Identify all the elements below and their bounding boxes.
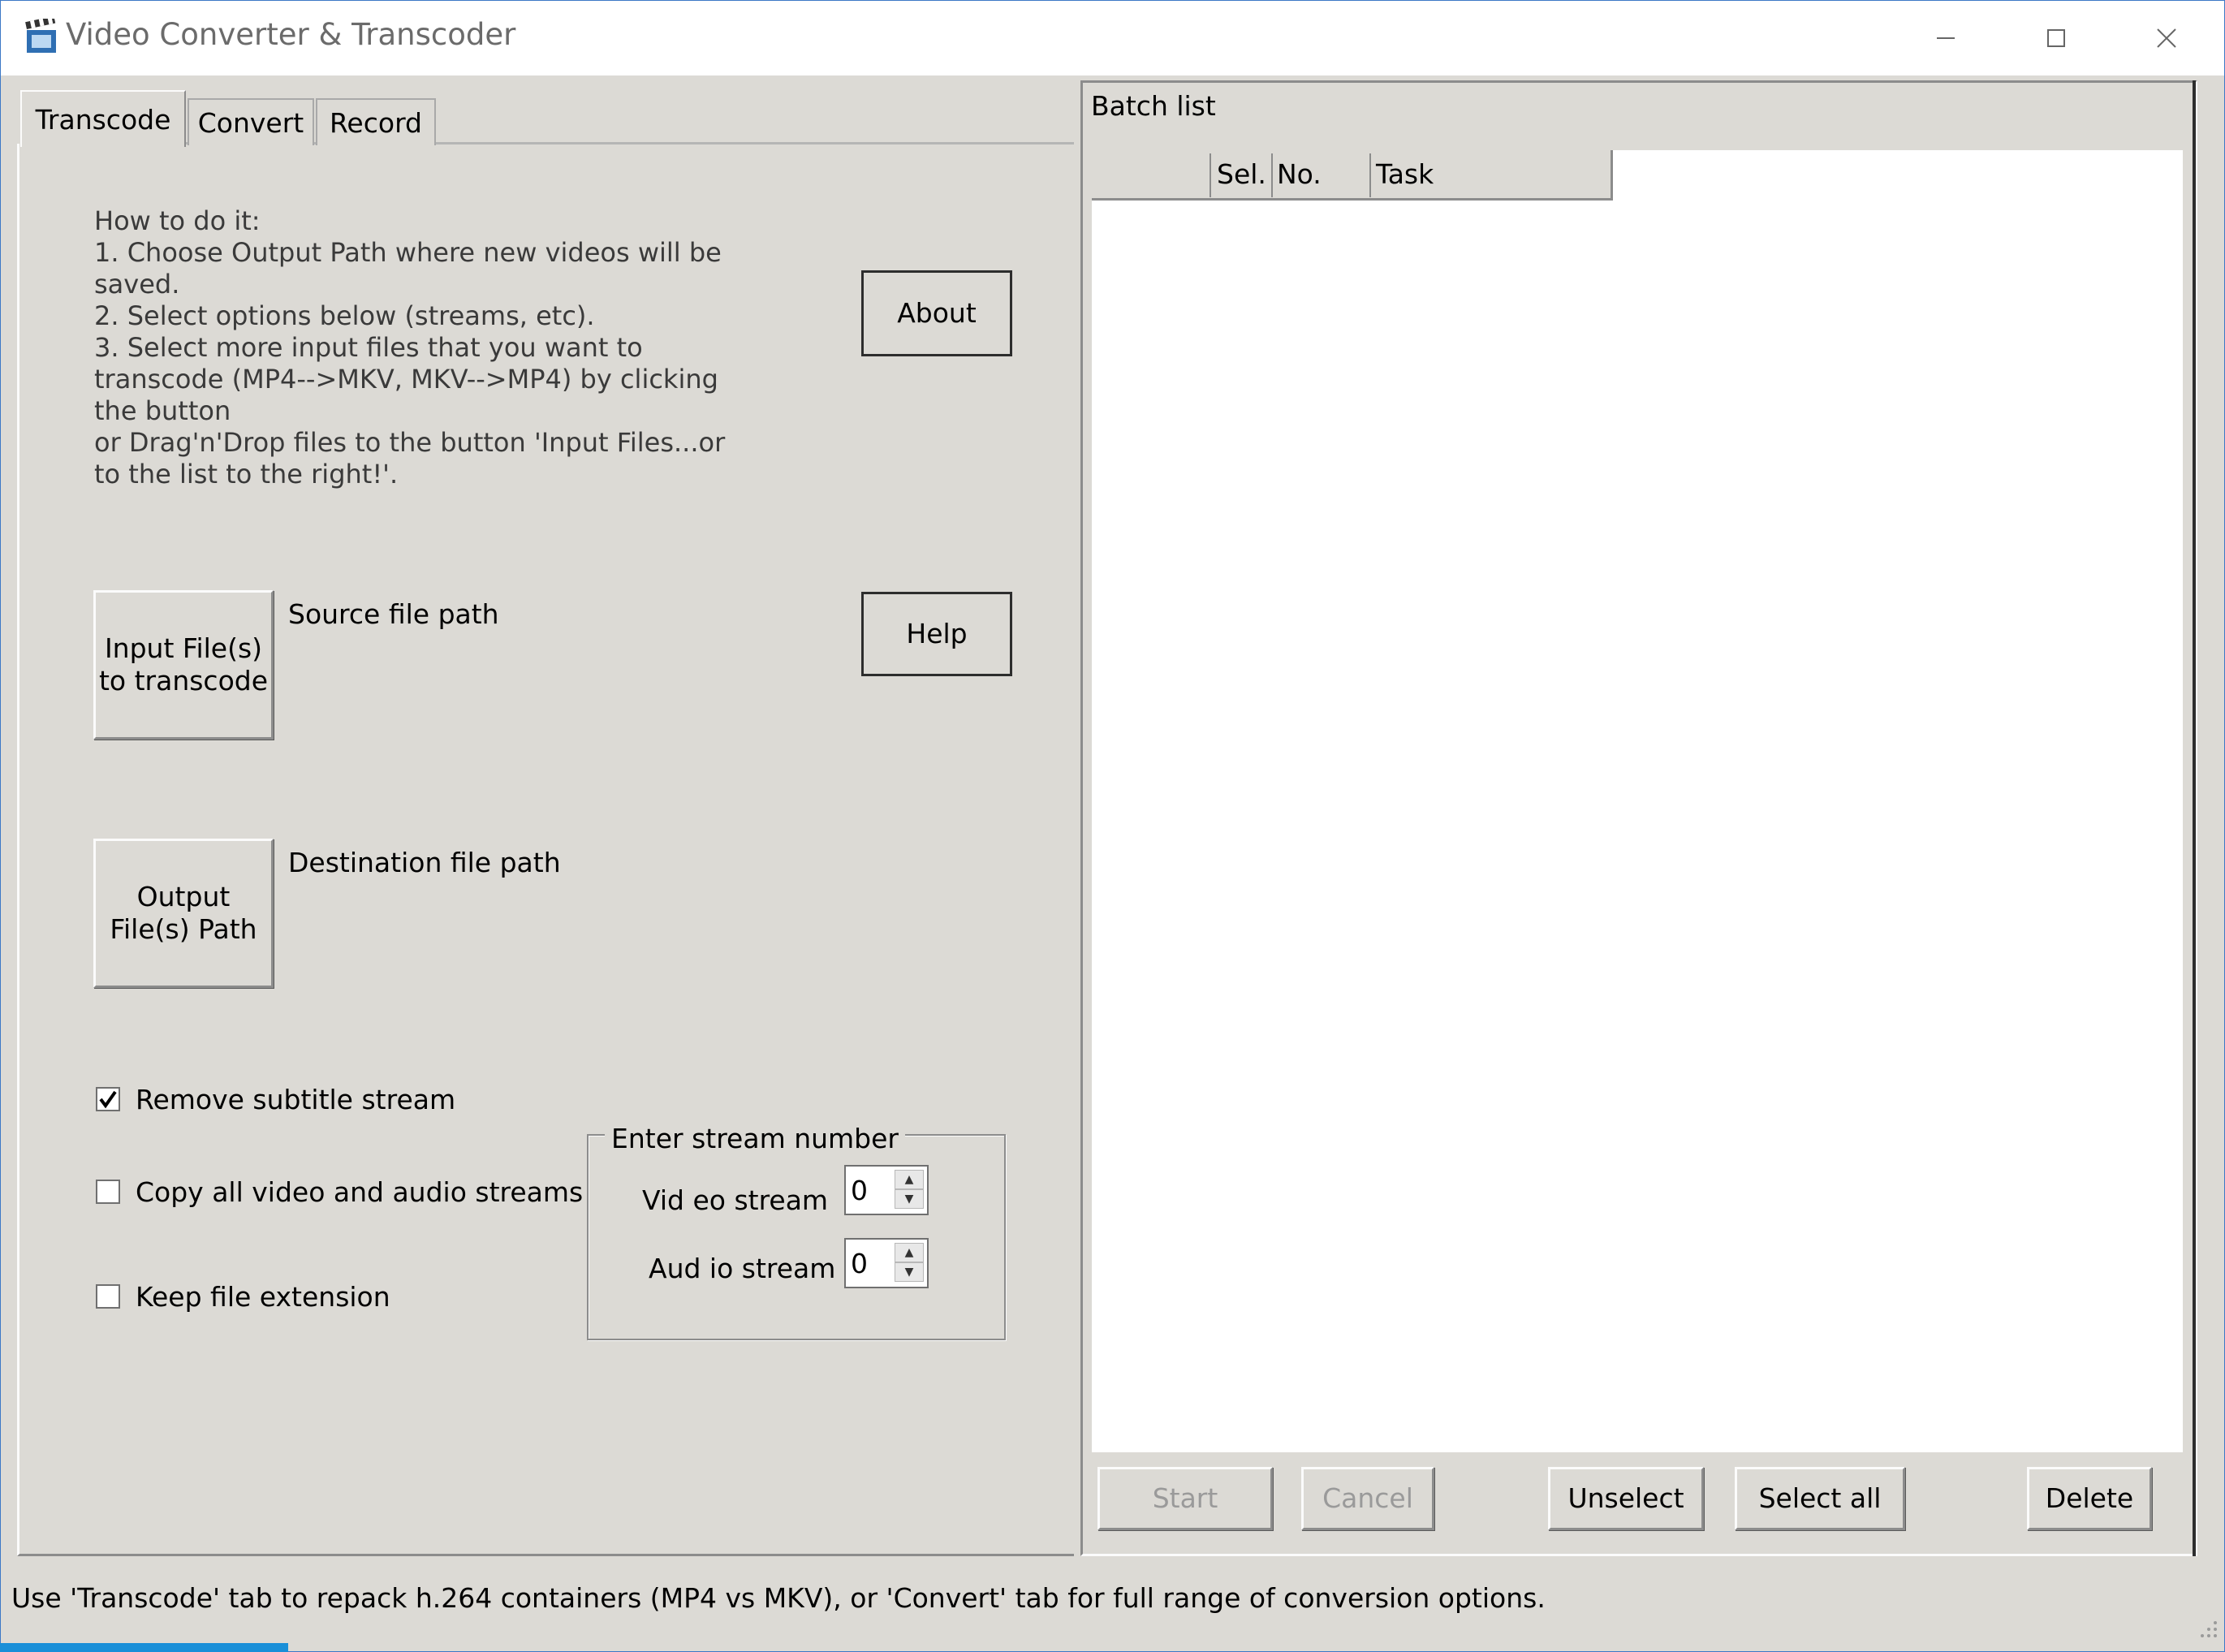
instruction-line: transcode (MP4-->MKV, MKV-->MP4) by clic… (94, 364, 718, 395)
title-bar[interactable]: Video Converter & Transcoder (1, 1, 2224, 75)
remove-subtitle-label[interactable]: Remove subtitle stream (136, 1084, 455, 1115)
instructions: How to do it: 1. Choose Output Path wher… (94, 205, 725, 490)
column-divider (1369, 153, 1371, 197)
instruction-line: 1. Choose Output Path where new videos w… (94, 237, 722, 268)
spin-up-icon[interactable]: ▲ (895, 1243, 924, 1262)
audio-stream-spinbox[interactable]: 0 ▲ ▼ (844, 1238, 929, 1288)
video-stream-label: Vid eo stream (642, 1184, 829, 1216)
tab-record[interactable]: Record (316, 98, 436, 145)
about-button[interactable]: About (861, 270, 1012, 356)
column-divider (1271, 153, 1273, 197)
minimize-icon (1937, 37, 1955, 39)
maximize-button[interactable] (2001, 1, 2111, 75)
batch-panel-edge (2193, 80, 2196, 1556)
instruction-line: How to do it: (94, 205, 261, 236)
instruction-line: saved. (94, 269, 180, 300)
stream-group-title: Enter stream number (605, 1123, 905, 1154)
taskbar-strip (0, 1643, 288, 1652)
copy-all-streams-label[interactable]: Copy all video and audio streams (136, 1176, 583, 1208)
clapperboard-icon (25, 19, 56, 53)
spin-down-icon[interactable]: ▼ (895, 1262, 924, 1282)
select-all-button[interactable]: Select all (1735, 1467, 1905, 1530)
output-path-label-line2: File(s) Path (110, 913, 257, 945)
stream-number-group (587, 1134, 1006, 1340)
close-button[interactable] (2111, 1, 2222, 75)
instruction-line: 3. Select more input files that you want… (94, 332, 643, 363)
spin-up-icon[interactable]: ▲ (895, 1170, 924, 1189)
keep-extension-checkbox[interactable] (96, 1284, 120, 1309)
video-stream-spinbox[interactable]: 0 ▲ ▼ (844, 1165, 929, 1215)
column-header-sel[interactable]: Sel. (1217, 158, 1266, 190)
instruction-line: the button (94, 395, 231, 426)
input-files-button[interactable]: Input File(s) to transcode (93, 590, 274, 740)
audio-stream-value: 0 (851, 1248, 868, 1279)
help-button[interactable]: Help (861, 592, 1012, 676)
batch-list-header: Sel. No. Task (1092, 150, 1613, 201)
output-path-button[interactable]: Output File(s) Path (93, 839, 274, 988)
remove-subtitle-checkbox[interactable] (96, 1087, 120, 1111)
instruction-line: 2. Select options below (streams, etc). (94, 300, 595, 331)
close-icon (2157, 28, 2176, 48)
instruction-line: to the list to the right!'. (94, 459, 399, 490)
spin-down-icon[interactable]: ▼ (895, 1189, 924, 1209)
window-title: Video Converter & Transcoder (66, 17, 516, 52)
video-stream-value: 0 (851, 1175, 868, 1206)
tab-transcode[interactable]: Transcode (20, 90, 186, 147)
batch-list-title: Batch list (1091, 90, 1216, 122)
source-file-path: Source file path (288, 598, 499, 630)
status-bar-text: Use 'Transcode' tab to repack h.264 cont… (11, 1582, 1546, 1614)
input-files-label-line1: Input File(s) (104, 632, 263, 664)
tab-convert[interactable]: Convert (188, 98, 314, 145)
cancel-button[interactable]: Cancel (1301, 1467, 1434, 1530)
output-path-label-line1: Output (136, 881, 231, 912)
maximize-icon (2047, 29, 2065, 47)
input-files-label-line2: to transcode (98, 665, 269, 697)
unselect-button[interactable]: Unselect (1548, 1467, 1704, 1530)
instruction-line: or Drag'n'Drop files to the button 'Inpu… (94, 427, 726, 458)
column-divider (1210, 153, 1211, 197)
keep-extension-label[interactable]: Keep file extension (136, 1281, 390, 1313)
destination-file-path: Destination file path (288, 847, 561, 878)
batch-list[interactable]: Sel. No. Task (1092, 150, 2183, 1452)
copy-all-streams-checkbox[interactable] (96, 1180, 120, 1204)
main-window: Video Converter & Transcoder Transcode C… (0, 0, 2225, 1652)
delete-button[interactable]: Delete (2027, 1467, 2152, 1530)
resize-grip-icon[interactable] (2194, 1615, 2219, 1639)
column-header-task[interactable]: Task (1376, 158, 1434, 190)
checkmark-icon (99, 1090, 117, 1109)
audio-stream-label: Aud io stream (649, 1253, 836, 1284)
column-header-no[interactable]: No. (1277, 158, 1322, 190)
minimize-button[interactable] (1891, 1, 2001, 75)
start-button[interactable]: Start (1097, 1467, 1273, 1530)
